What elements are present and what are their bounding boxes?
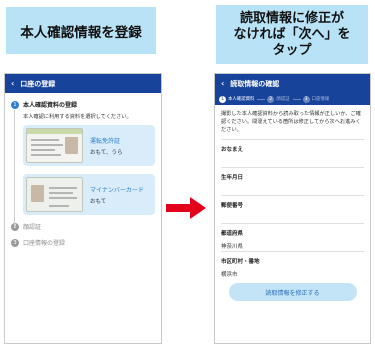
step-3-label: 口座情報の登録 bbox=[23, 240, 66, 247]
chevron-left-icon[interactable]: ‹ bbox=[11, 79, 14, 88]
step-1-label: 本人確認資料の登録 bbox=[23, 102, 78, 109]
option-drivers-license[interactable]: 運転免許証 おもて、うら bbox=[23, 125, 155, 166]
header-bar: ‹ 口座の登録 bbox=[5, 74, 161, 93]
progress-step-1-label: 本人確認資料 bbox=[228, 97, 255, 102]
registration-body: 1 本人確認資料の登録 本人確認に利用する資料を選択してください。 運転免許証 … bbox=[5, 93, 161, 247]
progress-step-2-number: 2 bbox=[267, 95, 275, 103]
progress-step-3-number: 3 bbox=[302, 95, 310, 103]
step-connector bbox=[14, 110, 15, 228]
caption-tap-next: 読取情報に修正が なければ「次へ」を タップ bbox=[216, 5, 368, 64]
caption-left-text: 本人確認情報を登録 bbox=[20, 24, 142, 41]
caption-register-id: 本人確認情報を登録 bbox=[6, 7, 156, 54]
step-2-label: 顔認証 bbox=[23, 224, 42, 231]
screen-account-registration: ‹ 口座の登録 1 本人確認資料の登録 本人確認に利用する資料を選択してください… bbox=[4, 73, 162, 344]
step-2: 2 顔認証 bbox=[11, 222, 156, 231]
screen-confirm-read-info: ‹ 読取情報の確認 1 本人確認資料 2 顔認証 3 口座情報 撮影した本人確認… bbox=[214, 73, 371, 344]
fix-read-info-button[interactable]: 読取情報を修正する bbox=[228, 283, 357, 301]
field-label: 都道府県 bbox=[221, 231, 244, 237]
progress-stepper: 1 本人確認資料 2 顔認証 3 口座情報 bbox=[215, 93, 370, 105]
field-prefecture[interactable]: 都道府県 神奈川県 bbox=[221, 223, 364, 251]
field-value: 横浜市 bbox=[221, 272, 238, 278]
option-subtitle: おもて bbox=[90, 198, 107, 205]
tutorial-canvas: 本人確認情報を登録 読取情報に修正が なければ「次へ」を タップ ‹ 口座の登録… bbox=[0, 0, 375, 344]
field-label: 市区町村・番地 bbox=[221, 259, 260, 265]
progress-step-1-number: 1 bbox=[219, 95, 226, 103]
caption-right-line2: なければ「次へ」を bbox=[233, 26, 351, 42]
chevron-left-icon[interactable]: ‹ bbox=[221, 79, 224, 88]
header-bar: ‹ 読取情報の確認 bbox=[215, 74, 370, 93]
instruction-text: 本人確認に利用する資料を選択してください。 bbox=[23, 114, 132, 120]
step-3-number: 3 bbox=[11, 238, 19, 247]
drivers-license-image bbox=[26, 128, 83, 163]
field-name[interactable]: おなまえ bbox=[221, 139, 364, 167]
progress-step-3-label: 口座情報 bbox=[311, 97, 330, 102]
field-value: 神奈川県 bbox=[221, 244, 244, 250]
progress-step-2-label: 顔認証 bbox=[276, 97, 290, 102]
option-subtitle: おもて、うら bbox=[90, 149, 123, 156]
field-postal-code[interactable]: 郵便番号 bbox=[221, 195, 364, 223]
step-1-number: 1 bbox=[11, 100, 19, 109]
arrow-right-icon bbox=[166, 197, 206, 219]
caption-right-text: 読取情報に修正が なければ「次へ」を タップ bbox=[233, 11, 350, 59]
intro-text: 撮影した本人確認資料から読み取った情報が正しいか、ご確認ください。間違えている箇… bbox=[221, 111, 361, 133]
screen-title: 読取情報の確認 bbox=[230, 79, 280, 88]
confirm-body: 撮影した本人確認資料から読み取った情報が正しいか、ご確認ください。間違えている箇… bbox=[215, 105, 370, 301]
field-label: おなまえ bbox=[221, 147, 244, 153]
screen-title: 口座の登録 bbox=[20, 79, 56, 88]
option-my-number-card[interactable]: マイナンバーカード おもて bbox=[23, 174, 155, 215]
step-3: 3 口座情報の登録 bbox=[11, 238, 156, 247]
step-1: 1 本人確認資料の登録 bbox=[11, 100, 156, 109]
caption-right-line1: 読取情報に修正が bbox=[239, 10, 344, 26]
field-city-address[interactable]: 市区町村・番地 横浜市 bbox=[221, 251, 364, 281]
option-title: マイナンバーカード bbox=[90, 186, 144, 194]
step-2-number: 2 bbox=[11, 222, 19, 231]
field-birthdate[interactable]: 生年月日 bbox=[221, 167, 364, 195]
read-info-fields: おなまえ 生年月日 郵便番号 都道府県 神奈川県 市区町村・番地 横浜市 bbox=[221, 139, 364, 281]
caption-right-line3: タップ bbox=[272, 42, 312, 58]
option-title: 運転免許証 bbox=[90, 137, 121, 145]
field-label: 生年月日 bbox=[221, 175, 244, 181]
field-label: 郵便番号 bbox=[221, 203, 244, 209]
my-number-card-image bbox=[26, 177, 83, 212]
